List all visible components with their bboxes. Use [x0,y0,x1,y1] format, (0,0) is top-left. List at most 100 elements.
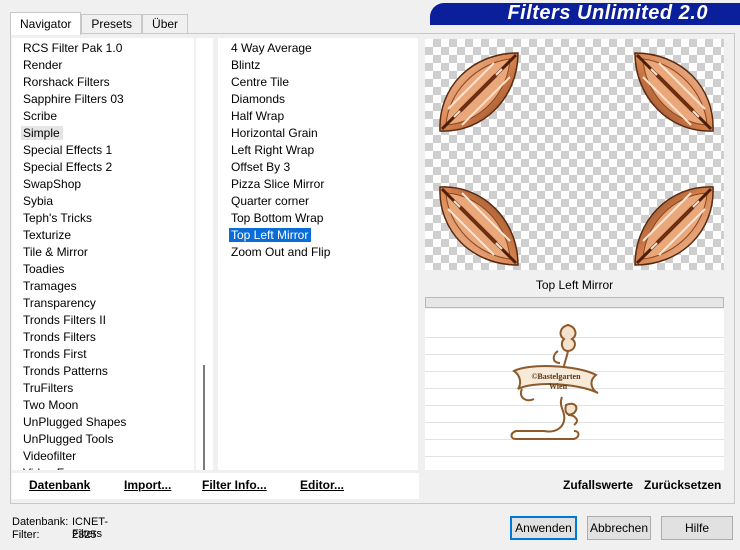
category-item[interactable]: Teph's Tricks [12,210,194,227]
datenbank-button[interactable]: Datenbank [29,478,90,492]
filter-item[interactable]: Diamonds [218,91,418,108]
status-filter-label: Filter: [12,529,40,541]
category-item[interactable]: Tile & Mirror [12,244,194,261]
category-item[interactable]: Videofilter [12,448,194,465]
item-label: 4 Way Average [231,41,312,55]
logo-text-1: ©Bastelgarten [531,372,581,381]
cancel-button[interactable]: Abbrechen [587,516,651,540]
category-item[interactable]: Rorshack Filters [12,74,194,91]
item-label: SwapShop [23,177,82,191]
category-item[interactable]: Tronds Filters II [12,312,194,329]
scrollbar-thumb[interactable] [203,365,205,470]
category-item[interactable]: Scribe [12,108,194,125]
item-label: Scribe [23,109,58,123]
filter-list[interactable]: 4 Way Average Blintz Centre Tile Diamonds Ha… [218,38,418,470]
item-label: Render [23,58,63,72]
category-list[interactable]: RCS Filter Pak 1.0 Render Rorshack Filters… [12,38,194,470]
item-label: Offset By 3 [231,160,291,174]
item-label: Sybia [23,194,54,208]
leaf-ornament-top-right [633,51,716,134]
category-item[interactable]: Texturize [12,227,194,244]
filter-item[interactable]: Left Right Wrap [218,142,418,159]
item-label: TruFilters [23,381,74,395]
item-label: Special Effects 2 [23,160,113,174]
item-label: Tronds Filters II [23,313,106,327]
filter-info-button[interactable]: Filter Info... [202,478,267,492]
category-item[interactable]: Render [12,57,194,74]
apply-button[interactable]: Anwenden [510,516,577,540]
tab-navigator[interactable]: Navigator [10,12,82,35]
filter-item[interactable]: Top Left Mirror [218,227,418,244]
zufallswerte-button[interactable]: Zufallswerte [563,478,633,492]
editor-button[interactable]: Editor... [300,478,344,492]
item-label: Left Right Wrap [231,143,315,157]
category-item[interactable]: Video Fu... [12,465,194,470]
item-label: Top Left Mirror [229,228,312,242]
category-item[interactable]: Toadies [12,261,194,278]
category-item[interactable]: TruFilters [12,380,194,397]
item-label: Horizontal Grain [231,126,318,140]
item-label: Two Moon [23,398,79,412]
category-item[interactable]: UnPlugged Tools [12,431,194,448]
category-item[interactable]: Tronds Patterns [12,363,194,380]
category-item[interactable]: Special Effects 1 [12,142,194,159]
category-item[interactable]: RCS Filter Pak 1.0 [12,40,194,57]
filter-item[interactable]: Horizontal Grain [218,125,418,142]
category-item[interactable]: Two Moon [12,397,194,414]
item-label: Transparency [23,296,96,310]
category-item[interactable]: Sybia [12,193,194,210]
filter-item[interactable]: Top Bottom Wrap [218,210,418,227]
filter-item[interactable]: 4 Way Average [218,40,418,57]
item-label: Video Fu... [23,466,81,470]
preview-image [425,39,724,270]
item-label: Tramages [23,279,77,293]
item-label: Diamonds [231,92,286,106]
item-label: Tile & Mirror [23,245,88,259]
category-item[interactable]: Special Effects 2 [12,159,194,176]
item-label: Zoom Out and Flip [231,245,331,259]
item-label: UnPlugged Shapes [23,415,127,429]
category-item[interactable]: UnPlugged Shapes [12,414,194,431]
category-item[interactable]: Tramages [12,278,194,295]
category-item[interactable]: Transparency [12,295,194,312]
tab-strip: Navigator Presets Über [10,12,189,35]
filter-item[interactable]: Offset By 3 [218,159,418,176]
bastelgarten-logo: ©Bastelgarten Wien [510,323,599,440]
item-label: RCS Filter Pak 1.0 [23,41,123,55]
category-item[interactable]: Simple [12,125,194,142]
category-item[interactable]: Tronds Filters [12,329,194,346]
item-label: Teph's Tricks [23,211,92,225]
item-label: Half Wrap [231,109,285,123]
tab-about[interactable]: Über [142,14,189,35]
filter-item[interactable]: Half Wrap [218,108,418,125]
item-label: Videofilter [23,449,77,463]
status-filter-value: 2325 [72,529,97,541]
item-label: Blintz [231,58,261,72]
status-datenbank-label: Datenbank: [12,516,69,528]
item-label: Texturize [23,228,72,242]
filter-item[interactable]: Quarter corner [218,193,418,210]
category-item[interactable]: Tronds First [12,346,194,363]
filter-item[interactable]: Blintz [218,57,418,74]
tab-presets[interactable]: Presets [81,14,143,35]
item-label: Special Effects 1 [23,143,113,157]
category-scrollbar[interactable] [196,38,213,470]
zuruecksetzen-button[interactable]: Zurücksetzen [644,478,721,492]
help-button[interactable]: Hilfe [661,516,733,540]
parameter-slider-track[interactable] [425,297,724,308]
preview-filter-name: Top Left Mirror [535,278,614,292]
title-banner: Filters Unlimited 2.0 [430,0,740,28]
filter-item[interactable]: Zoom Out and Flip [218,244,418,261]
item-label: Centre Tile [231,75,290,89]
item-label: Pizza Slice Mirror [231,177,325,191]
item-label: Toadies [23,262,65,276]
filter-item[interactable]: Pizza Slice Mirror [218,176,418,193]
category-item[interactable]: Sapphire Filters 03 [12,91,194,108]
leaf-ornament-bottom-left [437,184,520,267]
status-datenbank: Datenbank: ICNET-Filters [12,516,108,540]
filter-item[interactable]: Centre Tile [218,74,418,91]
import-button[interactable]: Import... [124,478,171,492]
item-label: Simple [21,126,63,140]
category-item[interactable]: SwapShop [12,176,194,193]
item-label: Tronds Patterns [23,364,108,378]
